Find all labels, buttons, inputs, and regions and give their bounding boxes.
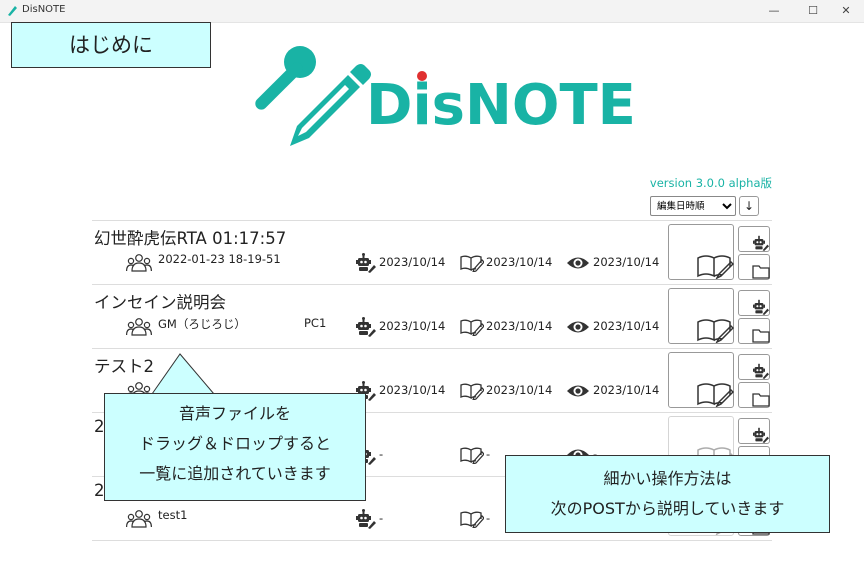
session-title: 2: [94, 417, 105, 436]
recognized-date-text: 2023/10/14: [379, 319, 446, 333]
edited-date-text: 2023/10/14: [486, 383, 553, 397]
edited-date-text: 2023/10/14: [486, 319, 553, 333]
open-note-button[interactable]: [668, 288, 734, 344]
callout-drag-drop: 音声ファイルを ドラッグ＆ドロップすると 一覧に追加されていきます: [104, 393, 366, 501]
session-subtitle: GM（ろじろじ）: [158, 317, 246, 331]
callout-drag-line: 一覧に追加されていきます: [139, 464, 331, 483]
open-folder-button[interactable]: [738, 318, 770, 344]
recognized-date-text: -: [379, 447, 384, 461]
session-title: テスト2: [94, 357, 154, 376]
callout-operation-line: 細かい操作方法は: [603, 469, 732, 488]
open-note-button[interactable]: [668, 224, 734, 280]
disnote-logo: DisNOTE: [255, 46, 636, 146]
recognized-date-text: -: [379, 511, 384, 525]
recognized-date-text: 2023/10/14: [379, 255, 446, 269]
version-label: version 3.0.0 alpha版: [649, 176, 772, 190]
open-folder-button[interactable]: [738, 382, 770, 408]
recognize-button[interactable]: [738, 354, 770, 380]
people-icon: [126, 509, 152, 529]
viewed-date-text: 2023/10/14: [593, 255, 660, 269]
people-icon: [126, 253, 152, 273]
viewed-date-text: 2023/10/14: [593, 319, 660, 333]
edited-date-text: -: [486, 511, 491, 525]
callout-drag-line: 音声ファイルを: [178, 404, 291, 423]
viewed-date-text: 2023/10/14: [593, 383, 660, 397]
callout-drag-line: ドラッグ＆ドロップすると: [138, 434, 331, 453]
session-pc-label: PC1: [304, 316, 327, 330]
callout-operation: 細かい操作方法は 次のPOSTから説明していきます: [505, 455, 830, 533]
edited-date-text: 2023/10/14: [486, 255, 553, 269]
recognize-button[interactable]: [738, 226, 770, 252]
people-icon: [126, 317, 152, 337]
open-note-button[interactable]: [668, 352, 734, 408]
app-icon: [8, 6, 17, 16]
window-title: DisNOTE: [22, 4, 66, 15]
callout-hajime: はじめに: [11, 22, 211, 68]
callout-operation-line: 次のPOSTから説明していきます: [550, 499, 785, 518]
close-button[interactable]: ✕: [828, 0, 864, 22]
session-title: インセイン説明会: [94, 293, 226, 312]
session-row[interactable]: 幻世酔虎伝RTA 01:17:57 2022-01-23 18-19-51 2023…: [92, 220, 772, 284]
callout-drag-tail: [150, 353, 220, 396]
session-subtitle: 2022-01-23 18-19-51: [158, 252, 281, 266]
session-subtitle: test1: [158, 508, 188, 522]
recognized-date-text: 2023/10/14: [379, 383, 446, 397]
sort-order-select[interactable]: 編集日時順: [650, 196, 736, 216]
session-title: 2: [94, 481, 105, 500]
sort-direction-button[interactable]: ↓: [739, 196, 759, 216]
maximize-button[interactable]: ☐: [795, 0, 831, 22]
recognize-button[interactable]: [738, 290, 770, 316]
svg-text:DisNOTE: DisNOTE: [366, 73, 636, 138]
session-row[interactable]: インセイン説明会 GM（ろじろじ） PC1 2023/10/14 2023/10/14 2…: [92, 284, 772, 348]
session-title: 幻世酔虎伝RTA 01:17:57: [94, 229, 287, 248]
edited-date-text: -: [486, 447, 491, 461]
minimize-button[interactable]: —: [756, 0, 792, 22]
open-folder-button[interactable]: [738, 254, 770, 280]
title-bar: DisNOTE — ☐ ✕: [0, 0, 864, 23]
recognize-button[interactable]: [738, 418, 770, 444]
